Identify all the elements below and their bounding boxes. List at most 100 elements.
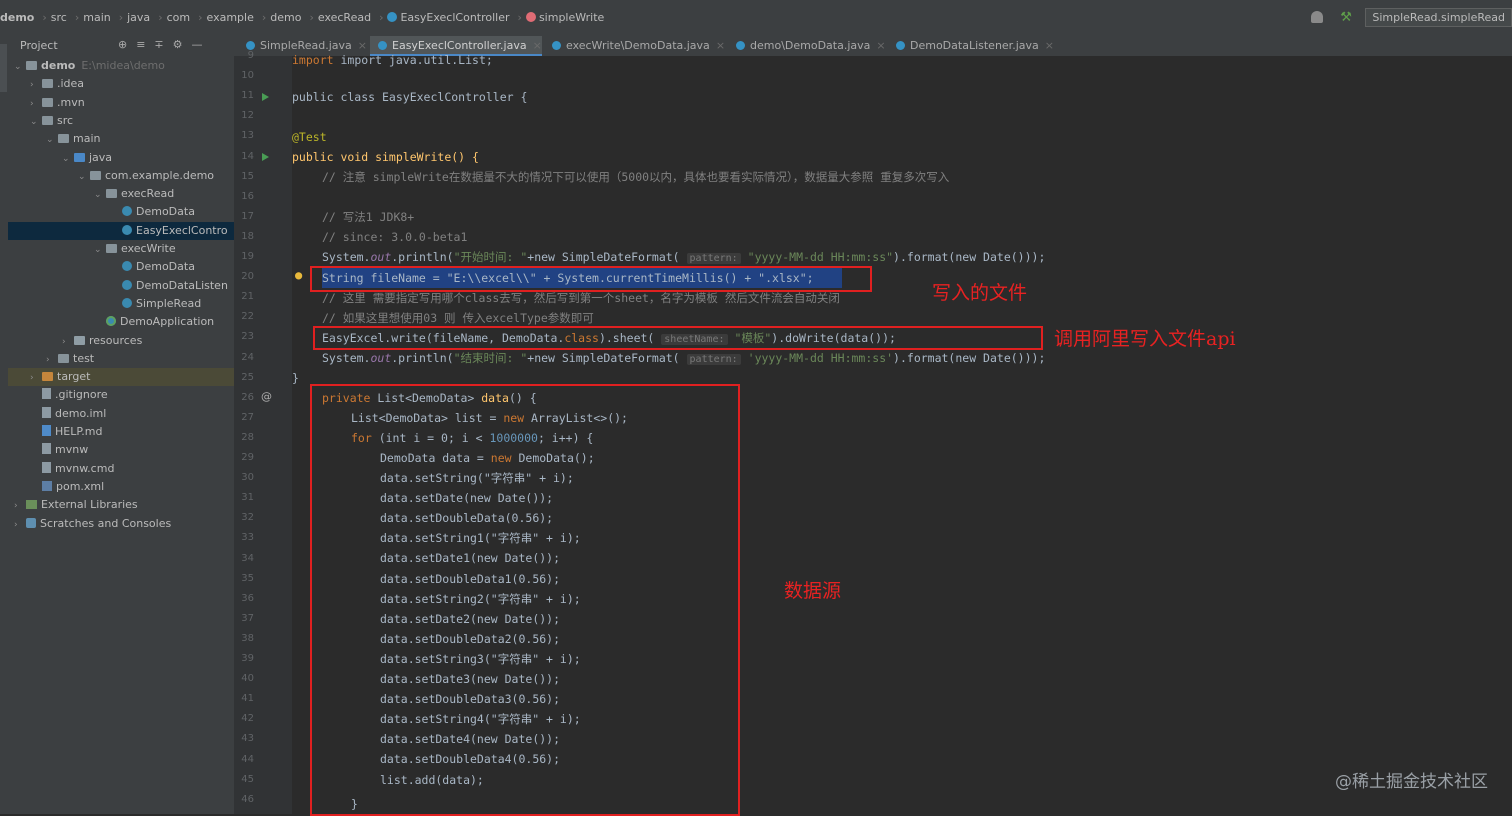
tree-item[interactable]: ⌄ execRead [8, 185, 234, 203]
tree-item[interactable]: › target [8, 368, 234, 387]
line-number: 36 [241, 592, 254, 604]
line-number: 23 [241, 331, 254, 343]
breadcrumb-item[interactable]: EasyExeclController [387, 11, 510, 24]
code-line: // 写法1 JDK8+ [322, 210, 415, 224]
breadcrumb-item[interactable]: src [51, 11, 67, 24]
tree-item[interactable]: › resources [8, 332, 234, 350]
tree-item[interactable]: ⌄ demo E:\midea\demo [8, 57, 234, 75]
chevron-down-icon[interactable]: ⌄ [62, 150, 74, 168]
breadcrumb-item[interactable]: com [167, 11, 191, 24]
tree-item[interactable]: demo.iml [8, 405, 234, 423]
chevron-down-icon[interactable]: ⌄ [14, 58, 26, 76]
file-icon [42, 406, 51, 418]
tree-item[interactable]: › .idea [8, 75, 234, 93]
build-hammer-icon[interactable]: ⚒ [1340, 10, 1352, 25]
tree-item[interactable]: DemoData [8, 203, 234, 221]
breadcrumb-item[interactable]: simpleWrite [525, 11, 604, 24]
project-panel-title[interactable]: Project [20, 39, 58, 52]
project-tree: ⌄ demo E:\midea\demo › .idea › .mvn ⌄ src ⌄ main ⌄ j… [8, 56, 234, 814]
close-tab-icon[interactable]: × [533, 39, 542, 52]
tree-item[interactable]: ⌄ java [8, 149, 234, 167]
code-line: public class EasyExeclController { [292, 90, 528, 104]
tree-item[interactable]: › test [8, 350, 234, 368]
chevron-right-icon[interactable]: › [14, 516, 26, 534]
editor-tab-label: demo\DemoData.java [750, 39, 871, 52]
tree-item-label: .idea [57, 77, 85, 91]
line-number: 16 [241, 190, 254, 202]
chevron-right-icon[interactable]: › [46, 351, 58, 369]
user-icon[interactable] [1310, 11, 1323, 23]
chevron-right-icon[interactable]: › [14, 497, 26, 515]
editor-tab[interactable]: DemoDataListener.java × [888, 36, 1054, 56]
tree-item[interactable]: ⌄ main [8, 130, 234, 148]
tree-item[interactable]: DemoApplication [8, 313, 234, 331]
chevron-down-icon[interactable]: ⌄ [94, 186, 106, 204]
tree-item[interactable]: mvnw [8, 441, 234, 459]
editor-tab[interactable]: execWrite\DemoData.java × [544, 36, 725, 56]
breadcrumb-item[interactable]: demo [270, 11, 301, 24]
method-icon [525, 12, 536, 22]
tree-item-label: mvnw.cmd [55, 461, 115, 475]
data-source-highlight-box [310, 384, 740, 816]
tree-item[interactable]: mvnw.cmd [8, 460, 234, 478]
chevron-down-icon[interactable]: ⌄ [30, 113, 42, 131]
editor-gutter: @ 9 10 11 12 13 14 15 16 17 18 19 20 21 22 23 24 25 26 27 2… [234, 50, 292, 814]
run-test-icon[interactable] [262, 153, 269, 161]
breadcrumb-item[interactable]: execRead [318, 11, 371, 24]
code-line: @Test [292, 130, 327, 144]
breadcrumb-item[interactable]: java [127, 11, 150, 24]
folder-blue-icon [74, 152, 85, 162]
tree-item[interactable]: ⌄ src [8, 112, 234, 130]
tree-item[interactable]: pom.xml [8, 478, 234, 496]
app-icon [106, 316, 116, 327]
java-class-icon [896, 41, 905, 50]
tree-item-label: External Libraries [41, 498, 138, 512]
breadcrumb-item[interactable]: main [83, 11, 110, 24]
run-class-icon[interactable] [262, 93, 269, 101]
tree-item[interactable]: EasyExeclContro [8, 221, 234, 240]
project-panel-tools[interactable]: ⊕≡∓⚙— [118, 38, 212, 51]
chevron-down-icon[interactable]: ⌄ [46, 131, 58, 149]
tree-item-label: execWrite [121, 242, 176, 255]
folder-orange-icon [42, 372, 53, 382]
tree-item[interactable]: › .mvn [8, 94, 234, 112]
chevron-right-icon[interactable]: › [62, 333, 74, 351]
chevron-right-icon[interactable]: › [30, 76, 42, 94]
tree-item-label: target [57, 370, 91, 384]
run-configuration-select[interactable]: SimpleRead.simpleRead [1365, 8, 1512, 27]
tree-item[interactable]: ⌄ com.example.demo [8, 167, 234, 185]
chevron-down-icon[interactable]: ⌄ [94, 241, 106, 259]
chevron-down-icon[interactable]: ⌄ [78, 168, 90, 186]
folder-icon [42, 79, 53, 89]
class-icon [122, 224, 132, 235]
project-tool-window-button[interactable] [0, 44, 7, 92]
tree-item[interactable]: DemoDataListen [8, 277, 234, 295]
tree-item-label: resources [89, 333, 143, 347]
tree-item-label: DemoData [136, 260, 195, 274]
line-number: 14 [241, 150, 254, 162]
tree-item[interactable]: .gitignore [8, 386, 234, 404]
line-number: 29 [241, 452, 254, 463]
line-number: 31 [241, 492, 254, 504]
tree-item[interactable]: SimpleRead [8, 295, 234, 313]
close-tab-icon[interactable]: × [876, 39, 885, 52]
tree-item-path: E:\midea\demo [81, 59, 165, 72]
tree-item[interactable]: HELP.md [8, 423, 234, 441]
breadcrumb-item[interactable]: demo [0, 11, 34, 24]
folder-icon [42, 115, 53, 125]
tree-item[interactable]: DemoData [8, 258, 234, 276]
folder-icon [106, 244, 117, 253]
tree-item[interactable]: ⌄ execWrite [8, 240, 234, 258]
tree-item-label: demo [41, 59, 76, 72]
editor-tab[interactable]: demo\DemoData.java × [728, 36, 886, 56]
close-tab-icon[interactable]: × [716, 39, 725, 52]
tree-item[interactable]: › Scratches and Consoles [8, 515, 234, 533]
close-tab-icon[interactable]: × [1045, 39, 1054, 52]
chevron-right-icon[interactable]: › [30, 369, 42, 387]
chevron-right-icon[interactable]: › [30, 95, 42, 113]
breadcrumb-item[interactable]: example [207, 11, 254, 24]
intention-bulb-icon[interactable]: ● [295, 268, 302, 282]
breadcrumb-separator: › [309, 11, 314, 24]
tree-item-label: mvnw [55, 443, 89, 457]
tree-item[interactable]: › External Libraries [8, 496, 234, 514]
